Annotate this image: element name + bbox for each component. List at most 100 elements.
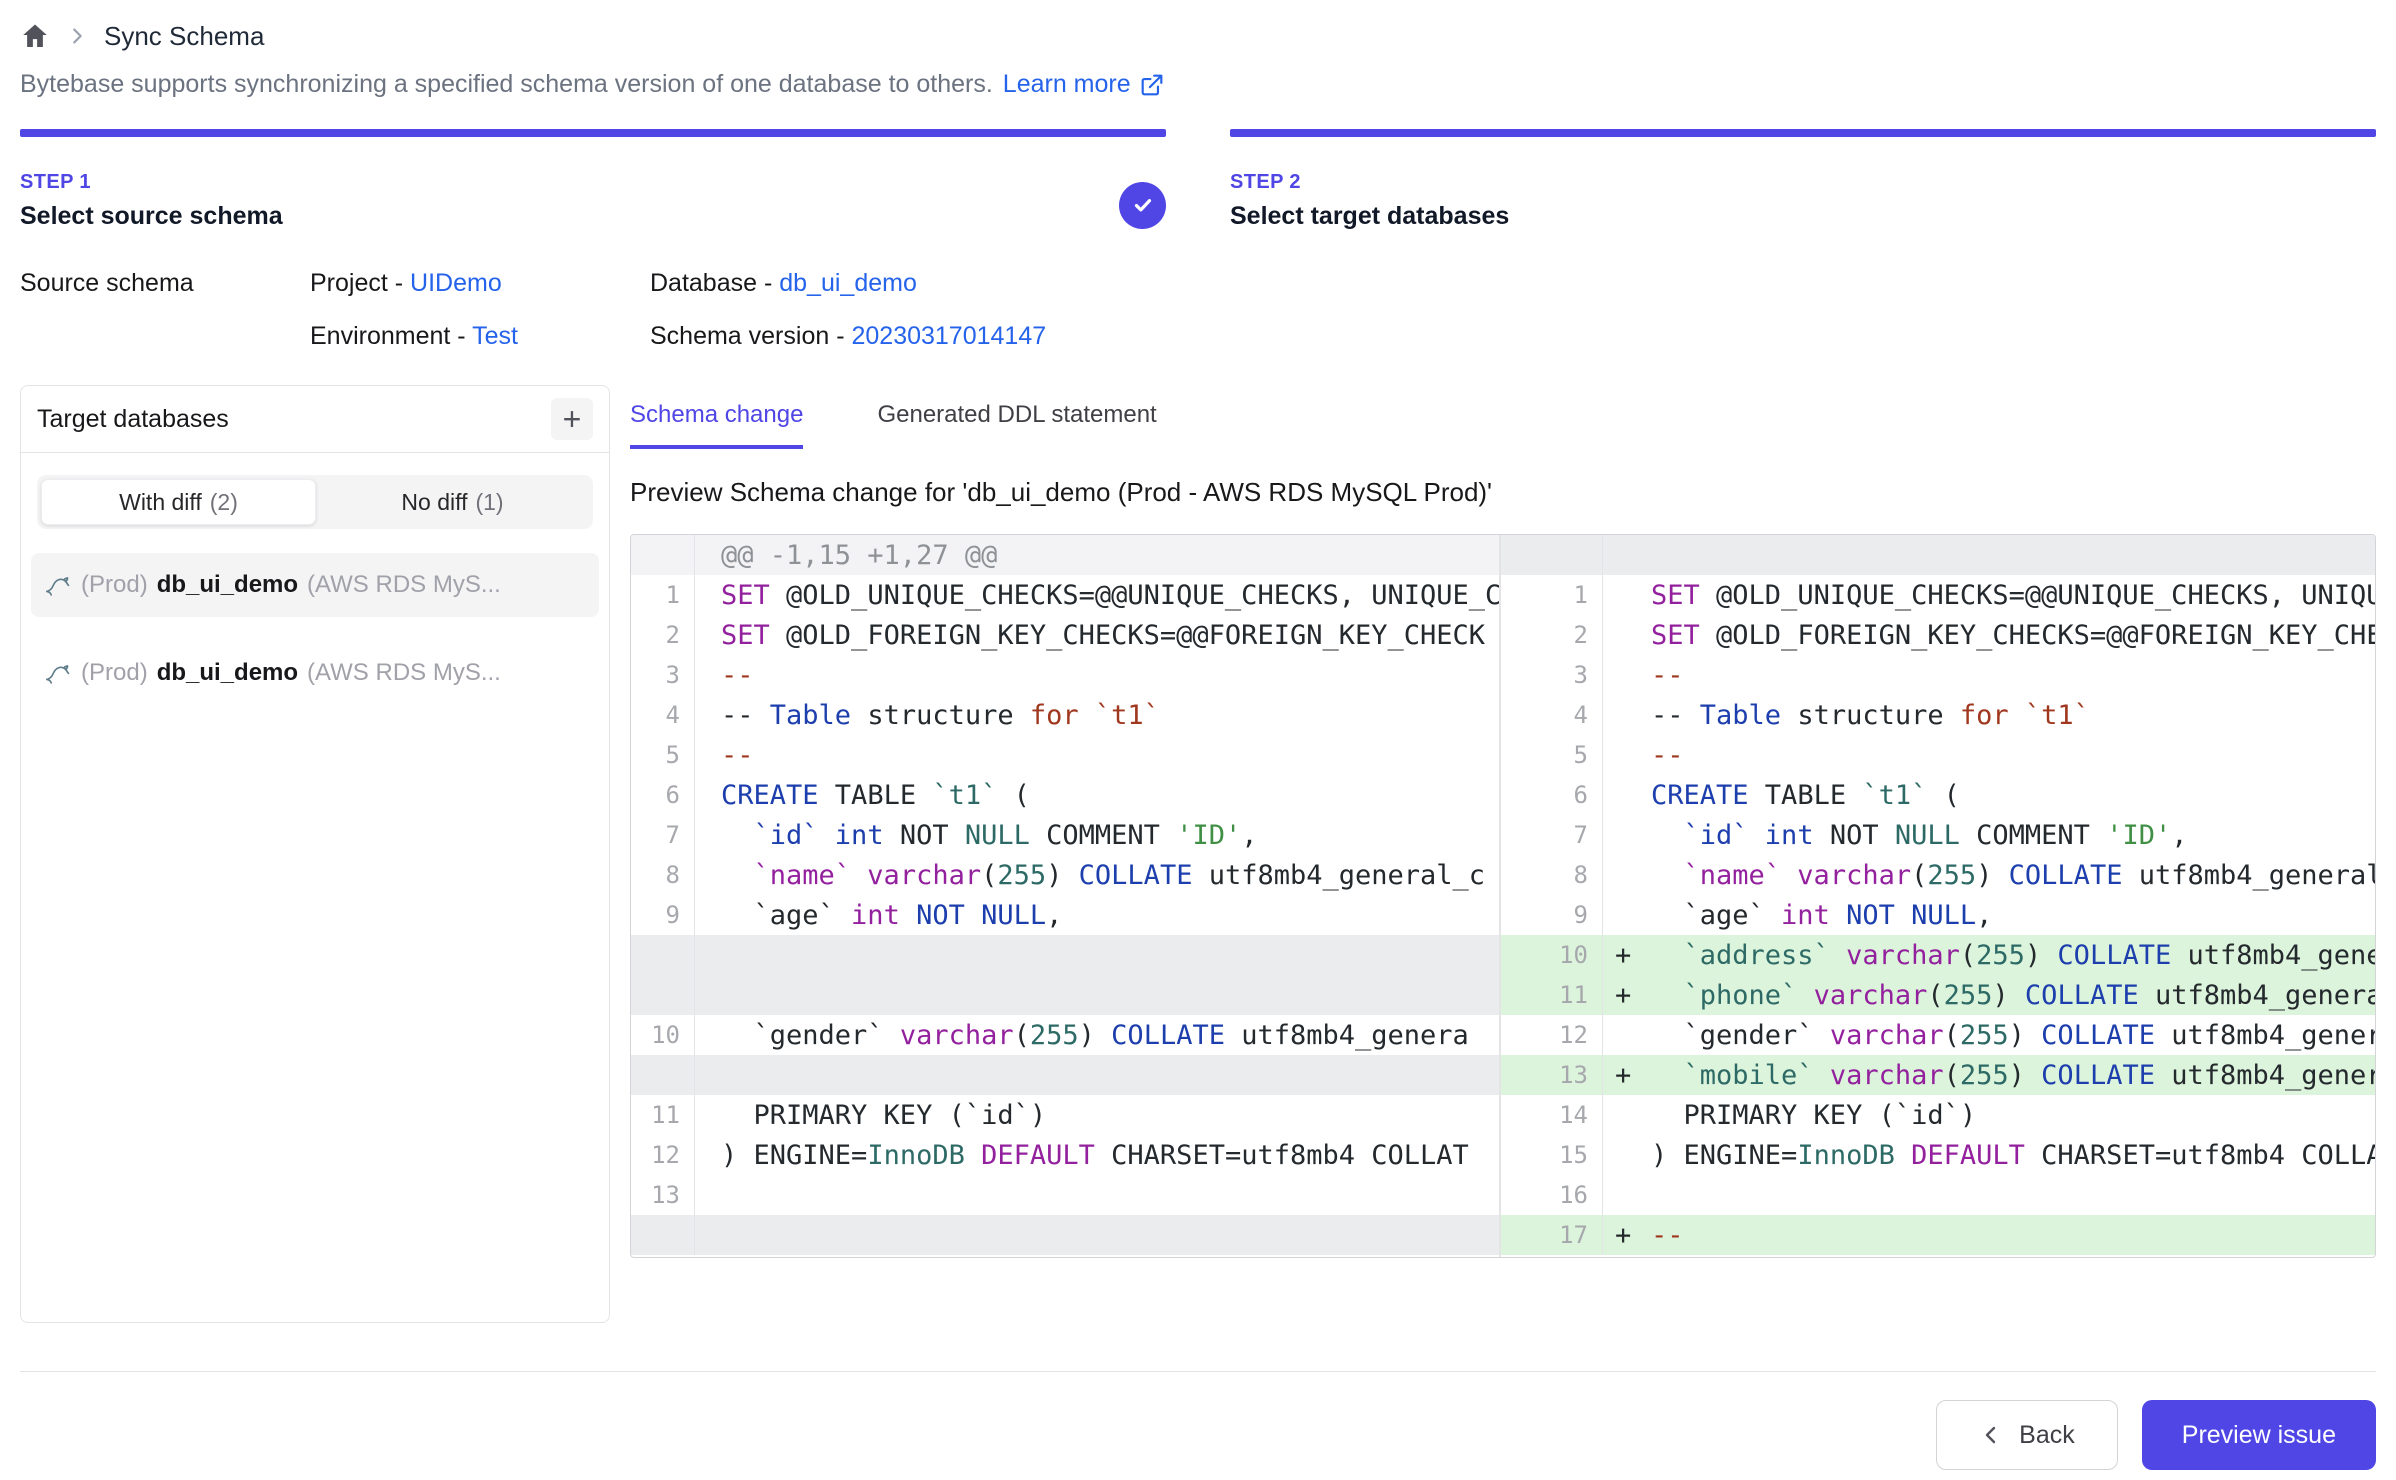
- schema-version-field: Schema version - 20230317014147: [650, 322, 2376, 351]
- diff-row: 14 PRIMARY KEY (`id`): [1501, 1095, 2375, 1135]
- diff-code-line: [695, 975, 1499, 1015]
- diff-code-line: SET @OLD_FOREIGN_KEY_CHECKS=@@FOREIGN_KE…: [695, 615, 1499, 655]
- step-2: STEP 2 Select target databases: [1230, 129, 2376, 231]
- diff-row: 8 `name` varchar(255) COLLATE utf8mb4_ge…: [631, 855, 1499, 895]
- diff-code-line: @@ -1,15 +1,27 @@: [695, 535, 1499, 575]
- diff-line-number: [631, 535, 695, 575]
- diff-line-number: 2: [1501, 615, 1603, 655]
- environment-link[interactable]: Test: [472, 322, 518, 350]
- step-1-title: Select source schema: [20, 202, 283, 231]
- target-database-item[interactable]: (Prod)db_ui_demo(AWS RDS MyS...: [31, 641, 599, 705]
- back-button[interactable]: Back: [1936, 1400, 2118, 1470]
- step-2-progress-bar: [1230, 129, 2376, 137]
- step-1-progress-bar: [20, 129, 1166, 137]
- source-schema-summary: Source schema Project - UIDemo Database …: [20, 269, 2376, 351]
- description-text: Bytebase supports synchronizing a specif…: [20, 70, 993, 99]
- home-icon[interactable]: [20, 21, 50, 51]
- db-instance: (AWS RDS MyS...: [307, 659, 501, 687]
- preview-tabs: Schema change Generated DDL statement: [630, 385, 2376, 449]
- diff-row: 7 `id` int NOT NULL COMMENT 'ID',: [1501, 815, 2375, 855]
- step-complete-check-icon: [1119, 182, 1166, 229]
- diff-row: 7 `id` int NOT NULL COMMENT 'ID',: [631, 815, 1499, 855]
- diff-code-line: SET @OLD_UNIQUE_CHECKS=@@UNIQUE_CHECKS, …: [1651, 575, 2375, 615]
- diff-filler-row: [631, 1055, 1499, 1095]
- diff-line-number: 11: [631, 1095, 695, 1135]
- diff-line-number: 16: [1501, 1175, 1603, 1215]
- tab-schema-change[interactable]: Schema change: [630, 401, 803, 449]
- add-database-button[interactable]: +: [551, 398, 593, 440]
- diff-code-line: SET @OLD_FOREIGN_KEY_CHECKS=@@FOREIGN_KE…: [1651, 615, 2375, 655]
- diff-code-line: -- Table structure for `t1`: [695, 695, 1499, 735]
- diff-add-sign: +: [1603, 935, 1651, 975]
- diff-line-number: 6: [631, 775, 695, 815]
- diff-code-line: `gender` varchar(255) COLLATE utf8mb4_ge…: [1651, 1015, 2375, 1055]
- diff-code-line: `gender` varchar(255) COLLATE utf8mb4_ge…: [695, 1015, 1499, 1055]
- diff-add-sign: [1603, 775, 1651, 815]
- tab-no-diff[interactable]: No diff (1): [316, 479, 589, 525]
- diff-add-sign: +: [1603, 975, 1651, 1015]
- no-diff-count: (1): [475, 489, 503, 516]
- breadcrumb-chevron-icon: [66, 25, 88, 47]
- diff-code-line: --: [695, 655, 1499, 695]
- target-database-item[interactable]: (Prod) db_ui_demo (AWS RDS MyS...: [31, 553, 599, 617]
- diff-row: 3--: [1501, 655, 2375, 695]
- learn-more-link[interactable]: Learn more: [1003, 70, 1165, 99]
- schema-version-link[interactable]: 20230317014147: [851, 322, 1046, 350]
- diff-add-sign: [1603, 535, 1651, 575]
- diff-line-number: 6: [1501, 775, 1603, 815]
- db-instance: (AWS RDS MyS...: [307, 571, 501, 599]
- diff-row: 4-- Table structure for `t1`: [631, 695, 1499, 735]
- diff-row: 4 -- Table structure for `t1`: [1501, 695, 2375, 735]
- diff-row: 2 SET @OLD_FOREIGN_KEY_CHECKS=@@FOREIGN_K…: [1501, 615, 2375, 655]
- mysql-icon: [44, 571, 72, 599]
- diff-add-sign: +: [1603, 1055, 1651, 1095]
- diff-code-line: [695, 1215, 1499, 1255]
- diff-row: 15) ENGINE=InnoDB DEFAULT CHARSET=utf8mb…: [1501, 1135, 2375, 1175]
- project-link[interactable]: UIDemo: [410, 269, 502, 297]
- diff-line-number: 1: [1501, 575, 1603, 615]
- diff-code-line: PRIMARY KEY (`id`): [1651, 1095, 2375, 1135]
- diff-added-row: 13+ `mobile` varchar(255) COLLATE utf8mb…: [1501, 1055, 2375, 1095]
- external-link-icon: [1139, 72, 1165, 98]
- diff-line-number: 9: [1501, 895, 1603, 935]
- diff-line-number: 17: [1501, 1215, 1603, 1255]
- diff-pane-source: @@ -1,15 +1,27 @@1SET @OLD_UNIQUE_CHECKS…: [631, 535, 1501, 1257]
- diff-code-line: `name` varchar(255) COLLATE utf8mb4_gene…: [1651, 855, 2375, 895]
- db-name: db_ui_demo: [157, 571, 298, 599]
- diff-row: 2SET @OLD_FOREIGN_KEY_CHECKS=@@FOREIGN_K…: [631, 615, 1499, 655]
- diff-add-sign: [1603, 735, 1651, 775]
- diff-line-number: 10: [631, 1015, 695, 1055]
- diff-line-number: 13: [1501, 1055, 1603, 1095]
- diff-added-row: 17+--: [1501, 1215, 2375, 1255]
- diff-code-line: `phone` varchar(255) COLLATE utf8mb4_gen…: [1651, 975, 2375, 1015]
- database-link[interactable]: db_ui_demo: [779, 269, 917, 297]
- diff-add-sign: [1603, 895, 1651, 935]
- footer-actions: Back Preview issue: [20, 1371, 2376, 1470]
- diff-line-number: 4: [631, 695, 695, 735]
- diff-line-number: 3: [631, 655, 695, 695]
- diff-line-number: 11: [1501, 975, 1603, 1015]
- diff-line-number: 4: [1501, 695, 1603, 735]
- main-content: Target databases + With diff (2) No diff…: [20, 385, 2376, 1323]
- db-environment: (Prod): [81, 571, 148, 599]
- diff-add-sign: +: [1603, 1215, 1651, 1255]
- schema-diff-viewer: @@ -1,15 +1,27 @@1SET @OLD_UNIQUE_CHECKS…: [630, 534, 2376, 1258]
- chevron-left-icon: [1979, 1423, 2003, 1447]
- tab-with-diff[interactable]: With diff (2): [41, 479, 316, 525]
- database-field: Database - db_ui_demo: [650, 269, 2376, 298]
- diff-code-line: -- Table structure for `t1`: [1651, 695, 2375, 735]
- db-name: db_ui_demo: [157, 659, 298, 687]
- preview-issue-button[interactable]: Preview issue: [2142, 1400, 2376, 1470]
- diff-code-line: [695, 935, 1499, 975]
- spacer: [20, 1323, 2376, 1371]
- diff-line-number: 9: [631, 895, 695, 935]
- diff-code-line: ) ENGINE=InnoDB DEFAULT CHARSET=utf8mb4 …: [695, 1135, 1499, 1175]
- diff-code-line: `name` varchar(255) COLLATE utf8mb4_gene…: [695, 855, 1499, 895]
- step-2-label: STEP 2: [1230, 171, 1509, 194]
- diff-row: 6CREATE TABLE `t1` (: [631, 775, 1499, 815]
- diff-filter-tabs: With diff (2) No diff (1): [37, 475, 593, 529]
- tab-generated-ddl[interactable]: Generated DDL statement: [877, 401, 1156, 449]
- diff-row: 13: [631, 1175, 1499, 1215]
- diff-row: 1SET @OLD_UNIQUE_CHECKS=@@UNIQUE_CHECKS,…: [631, 575, 1499, 615]
- source-schema-label: Source schema: [20, 269, 310, 298]
